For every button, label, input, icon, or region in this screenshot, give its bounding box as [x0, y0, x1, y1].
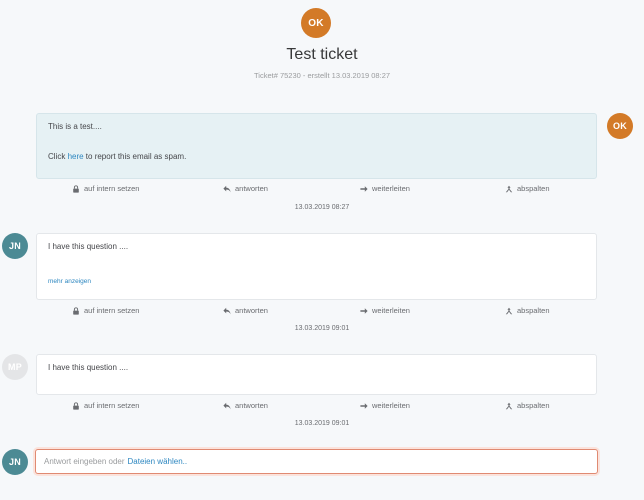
article-actions-1: auf intern setzen antworten weiterleiten… [36, 184, 597, 196]
action-label: weiterleiten [372, 184, 410, 193]
split-icon [505, 402, 513, 409]
split-button[interactable]: abspalten [505, 306, 550, 315]
article-actions-3: auf intern setzen antworten weiterleiten… [36, 401, 597, 413]
split-button[interactable]: abspalten [505, 184, 550, 193]
article-avatar-mp[interactable]: MP [2, 354, 28, 380]
action-label: abspalten [517, 184, 550, 193]
article-text: Click [48, 152, 68, 161]
action-label: antworten [235, 401, 268, 410]
spam-report-link[interactable]: here [68, 152, 84, 161]
action-label: auf intern setzen [84, 184, 140, 193]
article-avatar-ok[interactable]: OK [607, 113, 633, 139]
article-avatar-jn[interactable]: JN [2, 233, 28, 259]
article-bubble-2: I have this question .... mehr anzeigen [36, 233, 597, 300]
reply-input[interactable]: Antwort eingeben oder Dateien wählen.. [35, 449, 598, 474]
article-timestamp: 13.03.2019 09:01 [294, 325, 350, 332]
reply-icon [223, 307, 231, 314]
set-internal-button[interactable]: auf intern setzen [72, 184, 139, 193]
action-label: antworten [235, 306, 268, 315]
article-actions-2: auf intern setzen antworten weiterleiten… [36, 306, 597, 318]
lock-icon [73, 306, 79, 315]
article-timestamp: 13.03.2019 09:01 [294, 420, 350, 427]
action-label: abspalten [517, 306, 550, 315]
article-bubble-1: This is a test.... Click here to report … [36, 113, 597, 179]
forward-button[interactable]: weiterleiten [360, 401, 410, 410]
forward-button[interactable]: weiterleiten [360, 184, 410, 193]
set-internal-button[interactable]: auf intern setzen [72, 401, 139, 410]
action-label: weiterleiten [372, 401, 410, 410]
action-label: antworten [235, 184, 268, 193]
reply-button[interactable]: antworten [223, 306, 268, 315]
article-text-line: I have this question .... [48, 363, 129, 372]
show-more-link[interactable]: mehr anzeigen [48, 278, 91, 285]
lock-icon [73, 401, 79, 410]
reply-icon [223, 402, 231, 409]
split-button[interactable]: abspalten [505, 401, 550, 410]
reply-button[interactable]: antworten [223, 401, 268, 410]
article-text: to report this email as spam. [83, 152, 187, 161]
reply-placeholder: Antwort eingeben oder [44, 457, 125, 466]
article-text-line: This is a test.... [48, 122, 102, 131]
forward-icon [360, 185, 368, 192]
forward-icon [360, 402, 368, 409]
choose-files-link[interactable]: Dateien wählen.. [128, 457, 188, 466]
action-label: auf intern setzen [84, 306, 140, 315]
article-timestamp: 13.03.2019 08:27 [294, 204, 350, 211]
article-text-line: I have this question .... [48, 242, 129, 251]
action-label: auf intern setzen [84, 401, 140, 410]
lock-icon [73, 184, 79, 193]
forward-button[interactable]: weiterleiten [360, 306, 410, 315]
article-spam-line: Click here to report this email as spam. [48, 152, 585, 161]
reply-avatar[interactable]: JN [2, 449, 28, 475]
action-label: weiterleiten [372, 306, 410, 315]
reply-icon [223, 185, 231, 192]
ticket-meta: Ticket# 75230 - erstellt 13.03.2019 08:2… [253, 71, 391, 80]
article-bubble-3: I have this question .... [36, 354, 597, 395]
ticket-customer-avatar[interactable]: OK [301, 8, 331, 38]
action-label: abspalten [517, 401, 550, 410]
reply-button[interactable]: antworten [223, 184, 268, 193]
split-icon [505, 307, 513, 314]
set-internal-button[interactable]: auf intern setzen [72, 306, 139, 315]
split-icon [505, 185, 513, 192]
page-title[interactable]: Test ticket [0, 46, 644, 64]
forward-icon [360, 307, 368, 314]
